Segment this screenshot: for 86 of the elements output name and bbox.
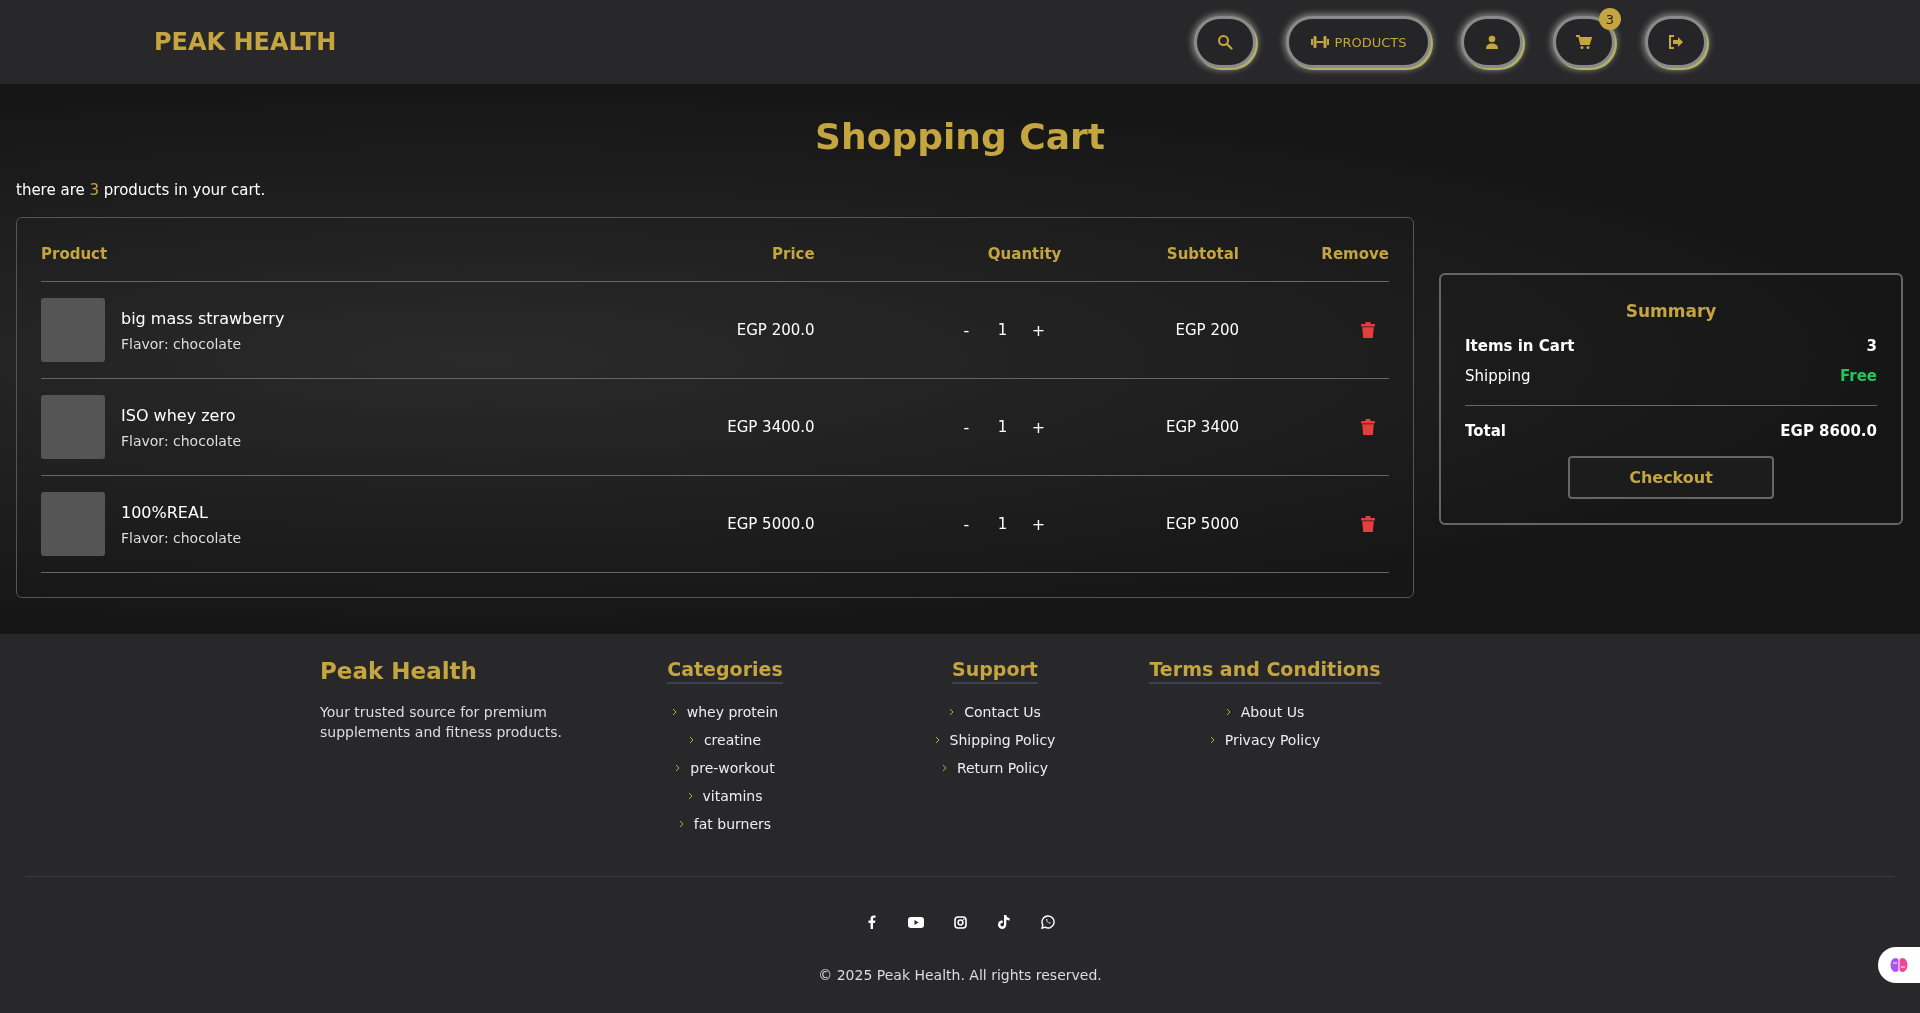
- increase-button[interactable]: +: [1025, 416, 1052, 438]
- product-name: ISO whey zero: [121, 405, 237, 425]
- price-cell-text: EGP 3400.0: [726, 418, 815, 436]
- assistant-button[interactable]: [1878, 947, 1920, 983]
- product-name: 100%REAL: [121, 502, 209, 522]
- chevron-icon: [678, 820, 684, 828]
- decrease-button[interactable]: -: [953, 319, 980, 341]
- footer-brand: Peak Health: [320, 658, 478, 684]
- items-value: 3: [1866, 337, 1877, 355]
- trash-icon: [1361, 419, 1375, 435]
- chevron-icon: [687, 792, 693, 800]
- photo-placeholder: [41, 492, 105, 556]
- subtotal-cell-text: EGP 5000: [1164, 515, 1239, 533]
- whatsapp-link[interactable]: [1040, 915, 1056, 929]
- chevron-icon: [941, 764, 947, 772]
- footer-link[interactable]: Shipping Policy: [934, 726, 1056, 754]
- trash-icon: [1361, 516, 1375, 532]
- increase-button[interactable]: +: [1025, 319, 1052, 341]
- footer-link[interactable]: pre-workout: [675, 754, 775, 782]
- site-logo[interactable]: PEAK HEALTH: [154, 28, 1194, 56]
- page-title: Shopping Cart: [814, 116, 1106, 157]
- product-flavor: Flavor: chocolate: [121, 529, 242, 546]
- chevron-icon: [949, 708, 955, 716]
- subtotal-cell-text: EGP 3400: [1164, 418, 1239, 436]
- trash-icon: [1361, 322, 1375, 338]
- column-header: Remove: [1320, 244, 1389, 263]
- photo-placeholder: [41, 298, 105, 362]
- cart-count-badge: 3: [1599, 8, 1621, 30]
- footer-link[interactable]: creatine: [688, 726, 762, 754]
- footer-link[interactable]: Contact Us: [949, 698, 1041, 726]
- total-value: EGP 8600.0: [1780, 422, 1877, 440]
- price-cell-text: EGP 5000.0: [726, 515, 815, 533]
- quantity-value: 1: [996, 418, 1009, 436]
- decrease-button[interactable]: -: [953, 513, 980, 535]
- footer-heading: Support: [952, 658, 1038, 684]
- user-button[interactable]: [1461, 16, 1523, 68]
- product-name: big mass strawberry: [121, 308, 285, 328]
- checkout-button[interactable]: Checkout: [1568, 456, 1774, 499]
- total-label: Total: [1465, 422, 1506, 440]
- tiktok-link[interactable]: [996, 915, 1012, 929]
- column-header: Product: [41, 244, 109, 263]
- chevron-icon: [688, 736, 694, 744]
- cart-count-text: there are 3 products in your cart.: [16, 181, 267, 199]
- increase-button[interactable]: +: [1025, 513, 1052, 535]
- decrease-button[interactable]: -: [953, 416, 980, 438]
- footer-link[interactable]: fat burners: [678, 810, 772, 838]
- price-cell-text: EGP 200.0: [735, 321, 815, 339]
- chevron-icon: [1225, 708, 1231, 716]
- copyright-text: © 2025 Peak Health. All rights reserved.: [818, 967, 1102, 983]
- logout-icon: [1668, 35, 1684, 49]
- column-header: Quantity: [986, 244, 1062, 263]
- chevron-icon: [675, 764, 681, 772]
- footer-heading: Categories: [667, 658, 783, 684]
- footer-link[interactable]: Return Policy: [941, 754, 1049, 782]
- footer-tagline: Your trusted source for premium supplements and fitness products.: [320, 703, 563, 742]
- subtotal-cell-text: EGP 200: [1174, 321, 1239, 339]
- photo-placeholder: [41, 395, 105, 459]
- youtube-link[interactable]: [908, 916, 924, 928]
- footer-heading: Terms and Conditions: [1149, 658, 1381, 684]
- column-header: Subtotal: [1165, 244, 1239, 263]
- column-header: Price: [771, 244, 815, 263]
- footer-link[interactable]: vitamins: [687, 782, 763, 810]
- search-icon: [1217, 34, 1233, 50]
- footer-link[interactable]: whey protein: [671, 698, 779, 726]
- chevron-icon: [934, 736, 940, 744]
- brain-icon: [1890, 957, 1908, 973]
- summary-title: Summary: [1625, 301, 1717, 321]
- shipping-label: Shipping: [1465, 367, 1531, 385]
- chevron-icon: [671, 708, 677, 716]
- quantity-value: 1: [996, 515, 1009, 533]
- logout-button[interactable]: [1645, 16, 1707, 68]
- items-label: Items in Cart: [1465, 337, 1575, 355]
- product-flavor: Flavor: chocolate: [121, 432, 242, 449]
- cart-button[interactable]: [1553, 16, 1615, 68]
- footer-link[interactable]: About Us: [1225, 698, 1305, 726]
- shipping-value: Free: [1839, 367, 1877, 385]
- product-flavor: Flavor: chocolate: [121, 335, 243, 352]
- quantity-value: 1: [996, 321, 1009, 339]
- search-button[interactable]: [1194, 16, 1256, 68]
- instagram-link[interactable]: [952, 915, 968, 929]
- dumbbell-icon: [1310, 35, 1329, 49]
- user-icon: [1485, 35, 1499, 49]
- products-button[interactable]: PRODUCTS: [1286, 16, 1431, 68]
- footer-link[interactable]: Privacy Policy: [1209, 726, 1321, 754]
- chevron-icon: [1209, 736, 1215, 744]
- cart-icon: [1576, 34, 1592, 50]
